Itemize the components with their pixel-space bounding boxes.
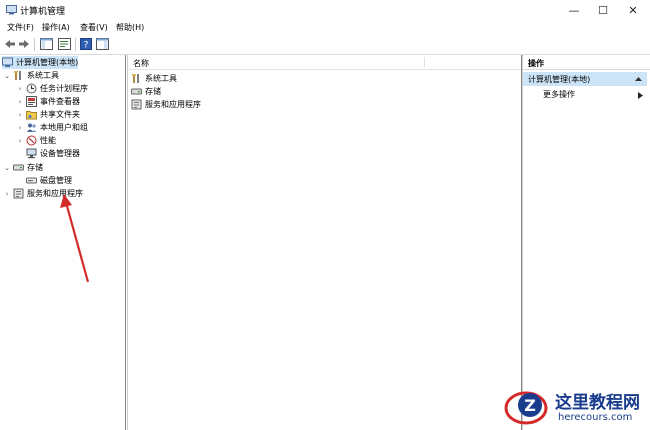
- services-icon: [13, 188, 24, 199]
- actions-title: 操作: [528, 59, 544, 68]
- window-title: 计算机管理: [20, 7, 66, 17]
- list-item-label: 服务和应用程序: [145, 100, 201, 109]
- watermark-title: 这里教程网: [555, 393, 640, 413]
- results-pane[interactable]: 名称 系统工具 存储 服务和应用程序: [127, 55, 522, 430]
- more-actions-item[interactable]: 更多操作: [543, 89, 575, 100]
- chevron-right-icon[interactable]: ›: [16, 98, 24, 106]
- tree-item-label: 计算机管理(本地): [16, 58, 79, 67]
- console-tree[interactable]: 计算机管理(本地) ⌄ 系统工具 › 任务计划程序 › 事件查看器 › 共享文件…: [0, 55, 126, 430]
- show-hide-console-tree-button[interactable]: [39, 37, 53, 51]
- list-item-storage[interactable]: 存储: [131, 85, 161, 98]
- watermark: Z 这里教程网 herecours.com: [503, 384, 649, 428]
- list-item-label: 系统工具: [145, 74, 177, 83]
- chevron-right-icon[interactable]: ›: [16, 85, 24, 93]
- red-arrow-annotation: [60, 194, 90, 283]
- tree-item-label: 任务计划程序: [40, 84, 88, 93]
- properties-button[interactable]: [57, 37, 71, 51]
- tree-item-disk-management[interactable]: 磁盘管理: [26, 174, 72, 187]
- toolbar-separator: [34, 38, 35, 51]
- tree-item-performance[interactable]: › 性能: [16, 134, 56, 147]
- tree-item-shared-folders[interactable]: › 共享文件夹: [16, 108, 80, 121]
- forward-icon: [19, 40, 29, 48]
- show-action-pane-icon: [95, 38, 109, 50]
- close-button[interactable]: ✕: [619, 0, 647, 20]
- tree-item-label: 磁盘管理: [40, 176, 72, 185]
- chevron-down-icon[interactable]: ⌄: [3, 72, 11, 80]
- clock-icon: [26, 83, 37, 94]
- menu-action[interactable]: 操作(A): [42, 22, 70, 33]
- maximize-icon: ☐: [598, 3, 608, 17]
- system-tools-icon: [131, 73, 142, 84]
- show-hide-console-tree-icon: [39, 38, 53, 50]
- tree-item-storage[interactable]: ⌄ 存储: [3, 161, 43, 174]
- back-icon: [5, 40, 15, 48]
- actions-pane: 操作 计算机管理(本地) 更多操作: [522, 55, 650, 430]
- shared-folder-icon: [26, 109, 37, 120]
- minimize-button[interactable]: —: [560, 0, 588, 20]
- users-icon: [26, 122, 37, 133]
- tree-item-label: 存储: [27, 163, 43, 172]
- chevron-right-icon[interactable]: ›: [16, 111, 24, 119]
- system-tools-icon: [13, 70, 24, 81]
- show-action-pane-button[interactable]: [95, 37, 109, 51]
- menu-help[interactable]: 帮助(H): [116, 22, 144, 33]
- menu-view[interactable]: 查看(V): [80, 22, 108, 33]
- help-icon: ?: [80, 38, 92, 50]
- column-header[interactable]: 名称: [128, 55, 521, 70]
- tree-item-local-users[interactable]: › 本地用户和组: [16, 121, 88, 134]
- column-name[interactable]: 名称: [133, 58, 149, 69]
- tree-item-label: 本地用户和组: [40, 123, 88, 132]
- back-button[interactable]: [3, 37, 17, 51]
- column-divider[interactable]: [424, 57, 425, 67]
- watermark-logo-icon: Z: [504, 391, 548, 425]
- actions-group-label: 计算机管理(本地): [528, 75, 591, 84]
- toolbar: ?: [0, 35, 650, 55]
- title-bar: 计算机管理 — ☐ ✕: [0, 0, 650, 20]
- chevron-right-icon[interactable]: ›: [16, 124, 24, 132]
- more-actions-label: 更多操作: [543, 90, 575, 99]
- tree-item-label: 事件查看器: [40, 97, 80, 106]
- chevron-up-icon[interactable]: [635, 76, 642, 82]
- close-icon: ✕: [628, 3, 638, 17]
- tree-item-label: 系统工具: [27, 71, 59, 80]
- properties-icon: [57, 38, 71, 50]
- forward-button[interactable]: [17, 37, 31, 51]
- computer-management-icon: [2, 57, 13, 68]
- actions-group-computer-management[interactable]: 计算机管理(本地): [523, 72, 647, 86]
- device-manager-icon: [26, 148, 37, 159]
- computer-management-icon: [6, 5, 17, 15]
- chevron-down-icon[interactable]: ⌄: [3, 164, 11, 172]
- svg-text:?: ?: [84, 41, 89, 51]
- help-button[interactable]: ?: [79, 37, 93, 51]
- menu-file[interactable]: 文件(F): [7, 22, 34, 33]
- menu-bar: 文件(F) 操作(A) 查看(V) 帮助(H): [0, 20, 650, 35]
- list-item-services-apps[interactable]: 服务和应用程序: [131, 98, 201, 111]
- tree-item-root[interactable]: 计算机管理(本地): [2, 56, 79, 69]
- chevron-right-icon[interactable]: [638, 92, 643, 99]
- maximize-button[interactable]: ☐: [589, 0, 617, 20]
- tree-item-event-viewer[interactable]: › 事件查看器: [16, 95, 80, 108]
- actions-header: 操作: [523, 55, 650, 70]
- tree-item-label: 共享文件夹: [40, 110, 80, 119]
- tree-item-label: 性能: [40, 136, 56, 145]
- tree-item-device-manager[interactable]: 设备管理器: [26, 147, 80, 160]
- tree-item-task-scheduler[interactable]: › 任务计划程序: [16, 82, 88, 95]
- watermark-url: herecours.com: [558, 412, 633, 423]
- event-viewer-icon: [26, 96, 37, 107]
- tree-item-system-tools[interactable]: ⌄ 系统工具: [3, 69, 59, 82]
- chevron-right-icon[interactable]: ›: [16, 137, 24, 145]
- disk-management-icon: [26, 175, 37, 186]
- services-icon: [131, 99, 142, 110]
- storage-icon: [13, 162, 24, 173]
- performance-icon: [26, 135, 37, 146]
- list-item-label: 存储: [145, 87, 161, 96]
- list-item-system-tools[interactable]: 系统工具: [131, 72, 177, 85]
- toolbar-separator: [75, 38, 76, 51]
- chevron-right-icon[interactable]: ›: [3, 190, 11, 198]
- minimize-icon: —: [568, 3, 580, 17]
- watermark-logo-letter: Z: [524, 396, 536, 415]
- storage-icon: [131, 86, 142, 97]
- tree-item-label: 设备管理器: [40, 149, 80, 158]
